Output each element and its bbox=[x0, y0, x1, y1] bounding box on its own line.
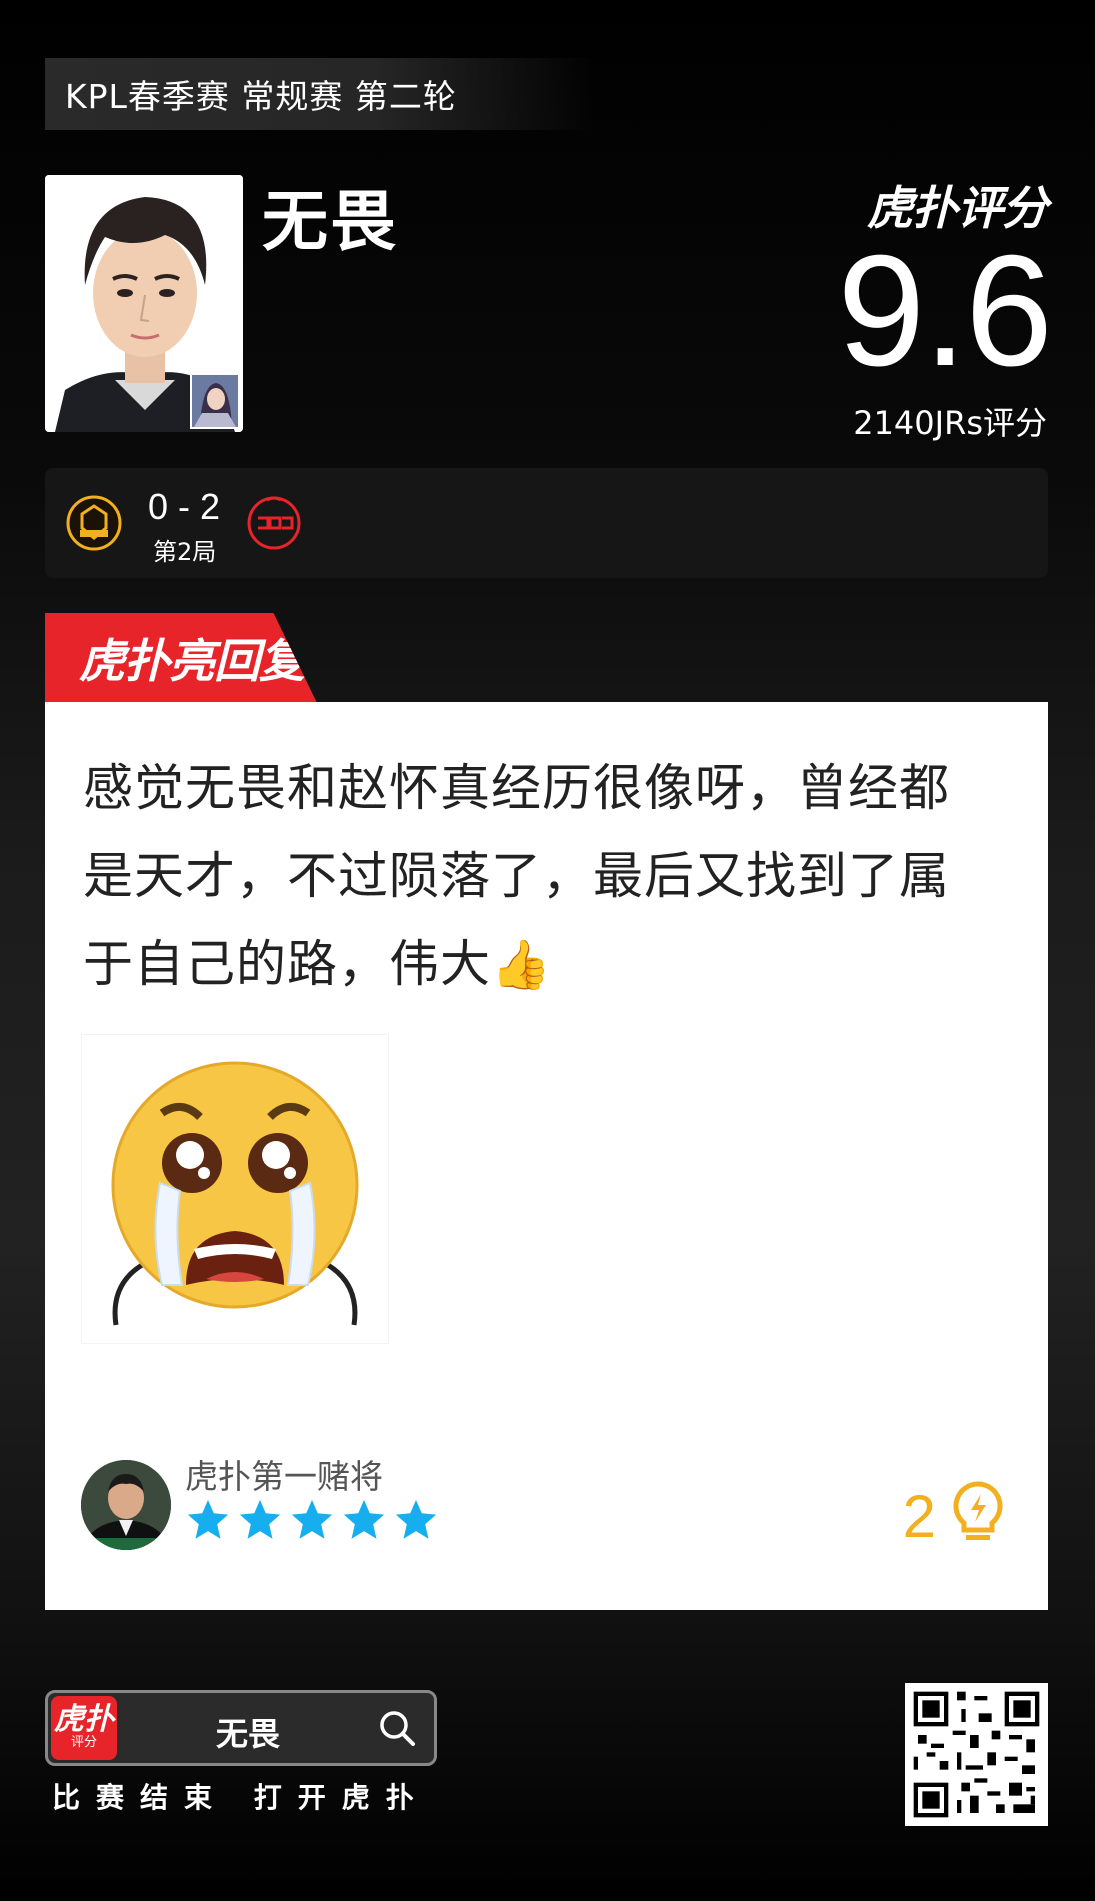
author-rating-stars bbox=[185, 1497, 439, 1543]
stage-banner: KPL春季赛 常规赛 第二轮 bbox=[45, 58, 595, 130]
hero-logo-icon bbox=[65, 494, 123, 552]
highlight-reply-tab: 虎扑亮回复 bbox=[45, 613, 317, 703]
search-query: 无畏 bbox=[216, 1715, 281, 1753]
rating-count: 2140JRs评分 bbox=[853, 404, 1047, 442]
search-box[interactable]: 虎扑 评分 无畏 bbox=[45, 1690, 437, 1766]
qr-code[interactable] bbox=[905, 1683, 1048, 1826]
crying-emoji-sticker[interactable] bbox=[81, 1034, 389, 1344]
open-app-hint: 比赛结束 打开虎扑 bbox=[52, 1781, 430, 1814]
jdg-logo-icon bbox=[245, 494, 303, 552]
comment-text-block: 感觉无畏和赵怀真经历很像呀，曾经都是天才，不过陨落了，最后又找到了属于自己的路，… bbox=[83, 744, 983, 1009]
match-info[interactable]: 0 - 2 第2局 bbox=[45, 468, 1048, 578]
star-icon bbox=[291, 1499, 333, 1539]
star-icon bbox=[395, 1499, 437, 1539]
search-icon bbox=[380, 1711, 415, 1746]
player-photo bbox=[45, 175, 243, 432]
star-icon bbox=[187, 1499, 229, 1539]
star-icon bbox=[239, 1499, 281, 1539]
match-score: 0 - 2 bbox=[148, 486, 221, 527]
hupu-app-icon: 虎扑 评分 bbox=[51, 1696, 117, 1760]
game-number: 第2局 bbox=[153, 538, 217, 566]
hero-avatar-icon bbox=[190, 373, 240, 429]
app-icon-sublabel: 评分 bbox=[70, 1735, 97, 1750]
player-name: 无畏 bbox=[262, 183, 398, 260]
like-count: 2 bbox=[902, 1483, 936, 1550]
rating-score: 9.6 bbox=[837, 223, 1053, 399]
app-icon-label: 虎扑 bbox=[54, 1702, 114, 1737]
comment-card: 感觉无畏和赵怀真经历很像呀，曾经都是天才，不过陨落了，最后又找到了属于自己的路，… bbox=[45, 702, 1048, 1610]
author-avatar[interactable] bbox=[81, 1460, 171, 1550]
lightbulb-like-icon[interactable] bbox=[950, 1480, 1006, 1546]
stage-title: KPL春季赛 常规赛 第二轮 bbox=[65, 77, 457, 116]
thumbs-up-emoji: 👍 bbox=[491, 937, 552, 993]
star-icon bbox=[343, 1499, 385, 1539]
author-name: 虎扑第一赌将 bbox=[185, 1457, 383, 1496]
